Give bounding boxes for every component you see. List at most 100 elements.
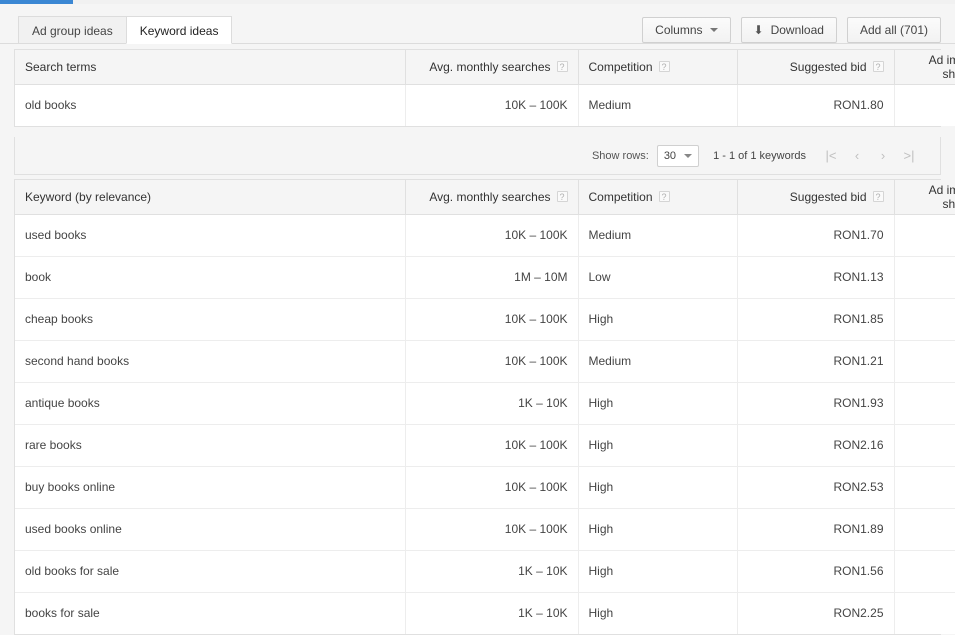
cell-suggested-bid: RON2.25 <box>737 592 894 634</box>
help-icon[interactable]: ? <box>873 61 884 72</box>
rows-per-page-select[interactable]: 30 <box>657 145 699 167</box>
column-header-keyword-by-relevance[interactable]: Keyword (by relevance) <box>15 180 405 214</box>
table-row[interactable]: antique books1K – 10KHighRON1.93–» <box>15 382 955 424</box>
column-header-competition[interactable]: Competition? <box>578 50 737 84</box>
column-header-label: Ad impr. share <box>905 183 955 211</box>
help-icon[interactable]: ? <box>659 191 670 202</box>
column-header-label: Search terms <box>25 60 96 74</box>
table-row[interactable]: old books10K – 100KMediumRON1.80–» <box>15 84 955 126</box>
cell-competition: High <box>578 508 737 550</box>
help-icon[interactable]: ? <box>873 191 884 202</box>
column-header-label: Competition <box>589 60 653 74</box>
column-header-label: Avg. monthly searches <box>429 190 550 204</box>
cell-ad-impr-share: – <box>894 340 955 382</box>
help-icon[interactable]: ? <box>557 61 568 72</box>
cell-suggested-bid: RON1.89 <box>737 508 894 550</box>
table-row[interactable]: used books online10K – 100KHighRON1.89–» <box>15 508 955 550</box>
help-icon[interactable]: ? <box>659 61 670 72</box>
column-header-label: Suggested bid <box>790 190 867 204</box>
cell-avg-monthly-searches: 1K – 10K <box>405 592 578 634</box>
cell-competition: High <box>578 466 737 508</box>
cell-competition: High <box>578 424 737 466</box>
table-row[interactable]: old books for sale1K – 10KHighRON1.56–» <box>15 550 955 592</box>
cell-keyword: used books <box>15 214 405 256</box>
cell-avg-monthly-searches: 1K – 10K <box>405 382 578 424</box>
tab-keyword-ideas[interactable]: Keyword ideas <box>126 16 233 44</box>
keyword-ideas-table: Keyword (by relevance) Avg. monthly sear… <box>15 180 955 634</box>
cell-ad-impr-share: – <box>894 84 955 126</box>
cell-ad-impr-share: – <box>894 214 955 256</box>
cell-suggested-bid: RON1.13 <box>737 256 894 298</box>
cell-suggested-bid: RON1.80 <box>737 84 894 126</box>
table-row[interactable]: books for sale1K – 10KHighRON2.25–» <box>15 592 955 634</box>
pagination-nav: |< ‹ › >| <box>818 144 922 168</box>
column-header-suggested-bid[interactable]: Suggested bid? <box>737 180 894 214</box>
cell-ad-impr-share: – <box>894 424 955 466</box>
cell-suggested-bid: RON2.16 <box>737 424 894 466</box>
cell-avg-monthly-searches: 1K – 10K <box>405 550 578 592</box>
cell-avg-monthly-searches: 10K – 100K <box>405 424 578 466</box>
column-header-avg-monthly-searches[interactable]: Avg. monthly searches? <box>405 50 578 84</box>
table-row[interactable]: rare books10K – 100KHighRON2.16–» <box>15 424 955 466</box>
cell-suggested-bid: RON1.21 <box>737 340 894 382</box>
cell-competition: Low <box>578 256 737 298</box>
cell-suggested-bid: RON1.70 <box>737 214 894 256</box>
columns-button[interactable]: Columns <box>642 17 730 43</box>
next-page-button[interactable]: › <box>870 144 896 168</box>
cell-ad-impr-share: – <box>894 592 955 634</box>
help-icon[interactable]: ? <box>557 191 568 202</box>
table-header-row: Keyword (by relevance) Avg. monthly sear… <box>15 180 955 214</box>
table-row[interactable]: buy books online10K – 100KHighRON2.53–» <box>15 466 955 508</box>
cell-competition: High <box>578 298 737 340</box>
add-all-button[interactable]: Add all (701) <box>847 17 941 43</box>
cell-ad-impr-share: – <box>894 256 955 298</box>
download-button[interactable]: ⬇ Download <box>741 17 837 43</box>
column-header-label: Avg. monthly searches <box>429 60 550 74</box>
previous-page-button[interactable]: ‹ <box>844 144 870 168</box>
column-header-label: Ad impr. share <box>905 53 955 81</box>
cell-ad-impr-share: – <box>894 298 955 340</box>
cell-keyword: book <box>15 256 405 298</box>
column-header-avg-monthly-searches[interactable]: Avg. monthly searches? <box>405 180 578 214</box>
column-header-ad-impr-share[interactable]: Ad impr. share? <box>894 180 955 214</box>
table-row[interactable]: second hand books10K – 100KMediumRON1.21… <box>15 340 955 382</box>
table-row[interactable]: used books10K – 100KMediumRON1.70–» <box>15 214 955 256</box>
download-button-label: Download <box>771 23 824 37</box>
cell-avg-monthly-searches: 10K – 100K <box>405 508 578 550</box>
cell-avg-monthly-searches: 10K – 100K <box>405 214 578 256</box>
add-all-button-label: Add all (701) <box>860 23 928 37</box>
cell-keyword: old books <box>15 84 405 126</box>
cell-avg-monthly-searches: 10K – 100K <box>405 298 578 340</box>
column-header-suggested-bid[interactable]: Suggested bid? <box>737 50 894 84</box>
column-header-label: Suggested bid <box>790 60 867 74</box>
cell-keyword: antique books <box>15 382 405 424</box>
pagination-range-label: 1 - 1 of 1 keywords <box>713 150 806 162</box>
column-header-ad-impr-share[interactable]: Ad impr. share? <box>894 50 955 84</box>
table-row[interactable]: book1M – 10MLowRON1.13–» <box>15 256 955 298</box>
cell-suggested-bid: RON1.85 <box>737 298 894 340</box>
first-page-button[interactable]: |< <box>818 144 844 168</box>
search-terms-table: Search terms Avg. monthly searches? Comp… <box>15 50 955 126</box>
cell-ad-impr-share: – <box>894 550 955 592</box>
columns-button-label: Columns <box>655 23 702 37</box>
search-terms-table-body: old books10K – 100KMediumRON1.80–» <box>15 84 955 126</box>
column-header-competition[interactable]: Competition? <box>578 180 737 214</box>
rows-per-page-value: 30 <box>664 150 676 162</box>
last-page-button[interactable]: >| <box>896 144 922 168</box>
cell-competition: Medium <box>578 340 737 382</box>
tab-ad-group-ideas[interactable]: Ad group ideas <box>18 16 127 44</box>
tab-list: Ad group ideasKeyword ideas <box>18 16 231 44</box>
download-icon: ⬇ <box>754 24 764 36</box>
chevron-down-icon <box>684 154 692 158</box>
cell-avg-monthly-searches: 10K – 100K <box>405 340 578 382</box>
table-row[interactable]: cheap books10K – 100KHighRON1.85–» <box>15 298 955 340</box>
toolbar: Columns ⬇ Download Add all (701) <box>632 17 941 43</box>
cell-keyword: cheap books <box>15 298 405 340</box>
pagination-bar: Show rows: 30 1 - 1 of 1 keywords |< ‹ ›… <box>14 137 941 175</box>
cell-avg-monthly-searches: 10K – 100K <box>405 84 578 126</box>
cell-suggested-bid: RON2.53 <box>737 466 894 508</box>
cell-competition: Medium <box>578 214 737 256</box>
column-header-search-terms[interactable]: Search terms <box>15 50 405 84</box>
cell-ad-impr-share: – <box>894 382 955 424</box>
cell-avg-monthly-searches: 1M – 10M <box>405 256 578 298</box>
